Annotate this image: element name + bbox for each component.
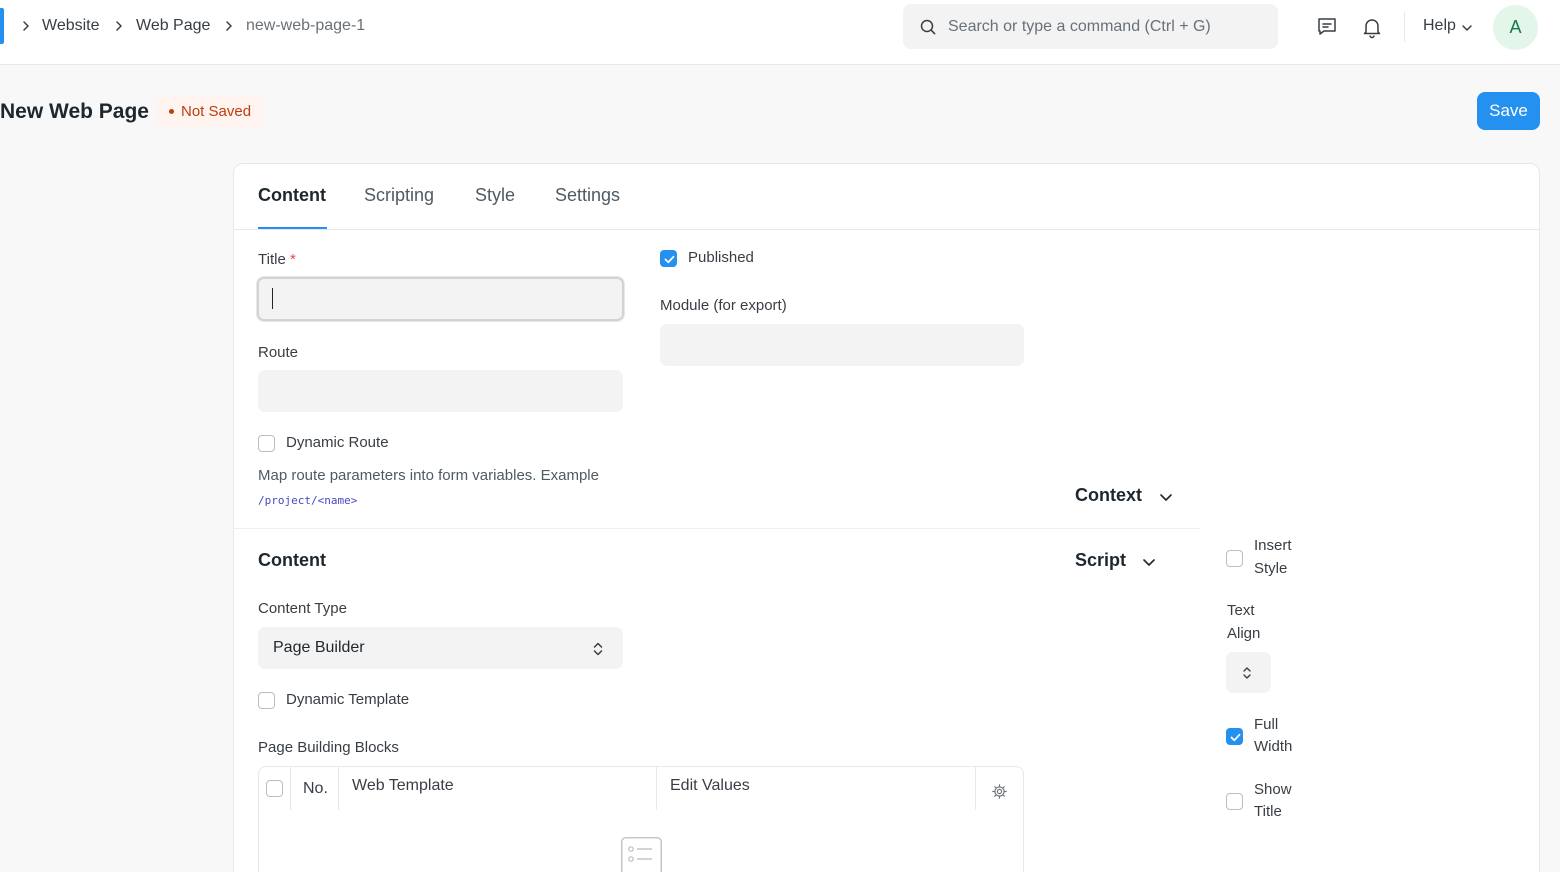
tab-content[interactable]: Content bbox=[258, 185, 326, 206]
content-type-value: Page Builder bbox=[273, 639, 365, 656]
save-button[interactable]: Save bbox=[1477, 92, 1540, 130]
grid-col-no: No. bbox=[303, 780, 328, 797]
route-label: Route bbox=[258, 344, 299, 361]
chevron-right-icon bbox=[23, 21, 29, 31]
grid-col-edit-values: Edit Values bbox=[670, 777, 750, 794]
breadcrumb-website[interactable]: Website bbox=[42, 17, 100, 35]
tabs-divider bbox=[234, 229, 1539, 230]
grid-column-divider bbox=[656, 767, 657, 810]
search-placeholder: Search or type a command (Ctrl + G) bbox=[948, 18, 1211, 35]
grid-select-all-checkbox[interactable] bbox=[266, 780, 283, 797]
full-width-label-line1: Full bbox=[1254, 716, 1279, 733]
module-label: Module (for export) bbox=[660, 297, 787, 314]
content-section-title: Content bbox=[258, 550, 326, 570]
text-align-label-line1: Text bbox=[1227, 602, 1255, 619]
grid-column-divider bbox=[338, 767, 339, 810]
insert-style-label-line2: Style bbox=[1254, 560, 1288, 577]
grid-column-divider bbox=[975, 767, 976, 810]
status-dot bbox=[169, 109, 174, 114]
bell-icon[interactable] bbox=[1360, 15, 1384, 39]
dynamic-route-help: Map route parameters into form variables… bbox=[258, 467, 599, 484]
text-align-label-line2: Align bbox=[1227, 625, 1261, 642]
dynamic-route-example: /project/<name> bbox=[258, 494, 358, 507]
title-input[interactable] bbox=[257, 277, 624, 321]
full-width-label-line2: Width bbox=[1254, 738, 1293, 755]
grid-col-web-template: Web Template bbox=[352, 777, 454, 794]
status-badge: Not Saved bbox=[157, 96, 264, 127]
chevron-down-icon[interactable] bbox=[1158, 489, 1174, 505]
chevron-right-icon bbox=[116, 21, 122, 31]
gear-icon[interactable] bbox=[991, 783, 1008, 800]
insert-style-checkbox[interactable] bbox=[1226, 550, 1243, 567]
tab-style[interactable]: Style bbox=[475, 185, 515, 206]
module-input[interactable] bbox=[660, 324, 1024, 366]
breadcrumb-web-page[interactable]: Web Page bbox=[136, 17, 210, 35]
list-icon bbox=[621, 837, 662, 872]
search-bar[interactable]: Search or type a command (Ctrl + G) bbox=[903, 4, 1278, 49]
chat-icon[interactable] bbox=[1315, 15, 1339, 39]
select-arrows-icon bbox=[593, 642, 603, 656]
search-icon bbox=[920, 19, 936, 35]
dynamic-route-label: Dynamic Route bbox=[286, 434, 389, 451]
app-logo-accent[interactable] bbox=[0, 8, 4, 44]
context-section-title[interactable]: Context bbox=[1075, 485, 1142, 506]
check-icon bbox=[664, 255, 675, 264]
content-type-label: Content Type bbox=[258, 600, 347, 617]
tab-scripting[interactable]: Scripting bbox=[364, 185, 434, 206]
insert-style-label-line1: Insert bbox=[1254, 537, 1292, 554]
help-menu[interactable]: Help bbox=[1423, 17, 1456, 35]
published-label: Published bbox=[688, 249, 754, 266]
published-checkbox[interactable] bbox=[660, 250, 677, 267]
script-section-title[interactable]: Script bbox=[1075, 550, 1126, 571]
page-title: New Web Page bbox=[0, 100, 149, 123]
dynamic-route-checkbox[interactable] bbox=[258, 435, 275, 452]
navbar-divider bbox=[1404, 12, 1405, 42]
show-title-checkbox[interactable] bbox=[1226, 793, 1243, 810]
text-caret bbox=[272, 288, 273, 309]
check-icon bbox=[1230, 733, 1241, 742]
tab-settings[interactable]: Settings bbox=[555, 185, 620, 206]
dynamic-template-label: Dynamic Template bbox=[286, 691, 410, 708]
avatar[interactable]: A bbox=[1493, 5, 1538, 50]
select-arrows-icon bbox=[1243, 667, 1251, 679]
status-text: Not Saved bbox=[181, 103, 252, 120]
show-title-label-line2: Title bbox=[1254, 803, 1282, 820]
chevron-right-icon bbox=[226, 21, 232, 31]
dynamic-template-checkbox[interactable] bbox=[258, 692, 275, 709]
chevron-down-icon[interactable] bbox=[1141, 554, 1157, 570]
page-blocks-label: Page Building Blocks bbox=[258, 739, 399, 756]
full-width-checkbox[interactable] bbox=[1226, 728, 1243, 745]
grid-column-divider bbox=[290, 767, 291, 810]
route-input[interactable] bbox=[258, 370, 623, 412]
title-label: Title * bbox=[258, 251, 296, 268]
show-title-label-line1: Show bbox=[1254, 781, 1292, 798]
section-divider bbox=[234, 528, 1200, 529]
breadcrumb-current[interactable]: new-web-page-1 bbox=[246, 17, 365, 35]
chevron-down-icon[interactable] bbox=[1460, 21, 1474, 35]
